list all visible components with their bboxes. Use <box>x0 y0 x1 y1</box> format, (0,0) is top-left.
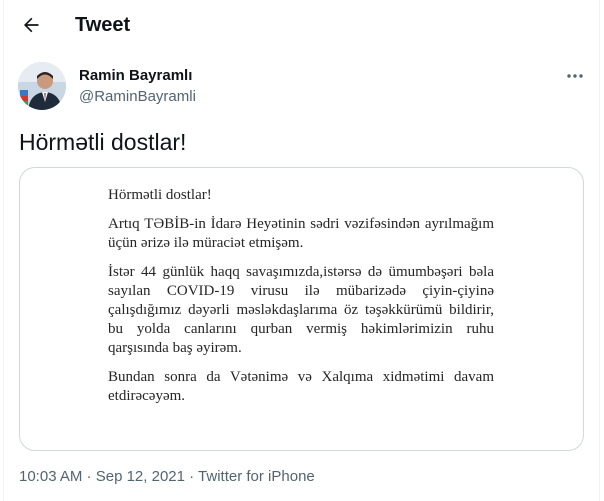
letter-greeting: Hörmətli dostlar! <box>108 187 212 203</box>
tweet-time[interactable]: 10:03 AM <box>19 468 82 485</box>
more-button[interactable] <box>560 64 590 88</box>
back-button[interactable] <box>14 8 48 42</box>
arrow-left-icon <box>24 17 39 33</box>
page-title: Tweet <box>75 14 131 36</box>
letter-document: Hörmətli dostlar! Artıq TƏBİB-in İdarə H… <box>108 186 494 416</box>
author-handle[interactable]: @RaminBayramli <box>79 88 196 106</box>
page-header: Tweet <box>0 0 604 50</box>
author-name[interactable]: Ramin Bayramlı <box>79 67 192 85</box>
letter-paragraph: Artıq TƏBİB-in İdarə Heyətinin sədri vəz… <box>108 216 494 251</box>
tweet-text: Hörmətli dostlar! <box>19 129 187 155</box>
tweet-page: Tweet Ramin Bayramlı @RaminBayramli Hörm… <box>0 0 604 501</box>
tweet-metadata: 10:03 AM · Sep 12, 2021 · Twitter for iP… <box>19 468 315 486</box>
tweet-media-image[interactable]: Hörmətli dostlar! Artıq TƏBİB-in İdarə H… <box>19 167 584 451</box>
letter-paragraph: İstər 44 günlük haqq savaşımızda,istərsə… <box>108 264 494 356</box>
avatar-image <box>18 62 66 110</box>
tweet-date[interactable]: Sep 12, 2021 <box>96 468 185 485</box>
tweet-source[interactable]: Twitter for iPhone <box>198 468 315 485</box>
meta-separator: · <box>82 468 96 485</box>
meta-separator: · <box>184 468 199 485</box>
more-horizontal-icon <box>567 74 583 78</box>
avatar[interactable] <box>18 62 66 110</box>
letter-paragraph: Bundan sonra da Vətənimə və Xalqıma xidm… <box>108 369 494 404</box>
